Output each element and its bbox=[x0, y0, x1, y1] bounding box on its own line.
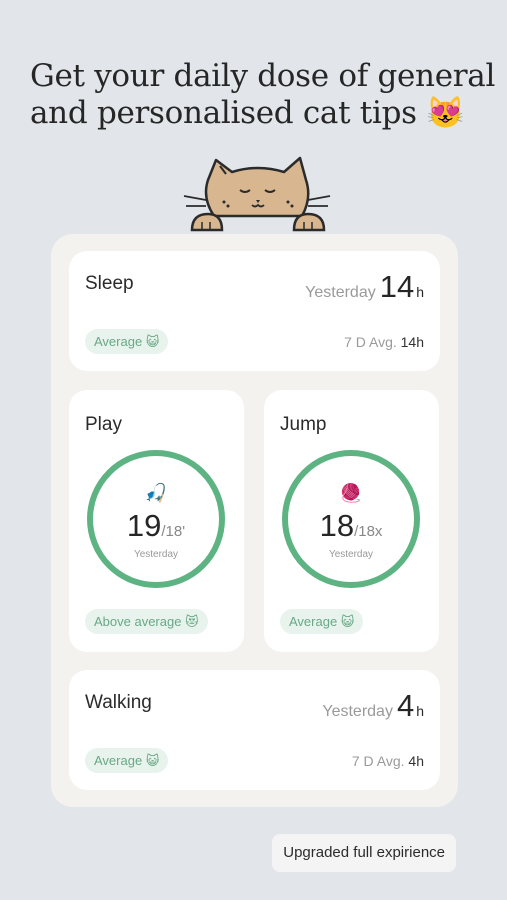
headline-line-2: and personalised cat tips 😻 bbox=[30, 95, 465, 131]
sleep-title: Sleep bbox=[85, 273, 134, 294]
sleep-value: 14 bbox=[379, 269, 415, 304]
play-count: 19/18' bbox=[93, 508, 219, 544]
walking-card[interactable]: Walking Yesterday 4 h Average 😺 7 D Avg. 4… bbox=[69, 670, 440, 790]
jump-card[interactable]: Jump 🧶 18/18x Yesterday Average 😺 bbox=[264, 390, 439, 652]
play-status-badge: Above average 😻 bbox=[85, 609, 208, 634]
walking-value: 4 bbox=[396, 688, 415, 723]
upgrade-button[interactable]: Upgraded full expirience bbox=[272, 834, 456, 872]
play-period: Yesterday bbox=[133, 549, 179, 560]
fishing-rod-icon: 🎣 bbox=[144, 483, 168, 503]
play-card[interactable]: Play 🎣 19/18' Yesterday Above average 😻 bbox=[69, 390, 244, 652]
sleep-week-average: 7 D Avg. 14h bbox=[344, 334, 424, 350]
sleep-yesterday: Yesterday 14 h bbox=[305, 269, 424, 305]
walking-avg-label: 7 D Avg. bbox=[351, 753, 405, 769]
page-headline: Get your daily dose of general and perso… bbox=[30, 58, 496, 132]
jump-value: 18 bbox=[319, 508, 355, 543]
sleep-period: Yesterday bbox=[305, 284, 376, 301]
jump-count: 18/18x bbox=[288, 508, 414, 544]
sleep-avg-value: 14h bbox=[400, 334, 424, 350]
play-title: Play bbox=[85, 414, 122, 435]
cat-mascot-icon bbox=[183, 156, 331, 232]
walking-title: Walking bbox=[85, 692, 152, 713]
jump-progress-ring: 🧶 18/18x Yesterday bbox=[282, 450, 420, 588]
play-progress-ring: 🎣 19/18' Yesterday bbox=[87, 450, 225, 588]
jump-title: Jump bbox=[280, 414, 327, 435]
sleep-avg-label: 7 D Avg. bbox=[344, 334, 397, 350]
sleep-card[interactable]: Sleep Yesterday 14 h Average 😺 7 D Avg. 14… bbox=[69, 251, 440, 371]
yarn-ball-icon: 🧶 bbox=[339, 483, 363, 503]
walking-avg-value: 4h bbox=[408, 753, 424, 769]
jump-period: Yesterday bbox=[328, 549, 374, 560]
walking-yesterday: Yesterday 4 h bbox=[322, 688, 424, 724]
sleep-status-badge: Average 😺 bbox=[85, 329, 169, 354]
walking-unit: h bbox=[416, 703, 424, 719]
walking-period: Yesterday bbox=[322, 703, 393, 720]
play-value: 19 bbox=[126, 508, 162, 543]
jump-status-badge: Average 😺 bbox=[280, 609, 364, 634]
jump-target: /18x bbox=[354, 523, 383, 540]
headline-line-1: Get your daily dose of general bbox=[30, 58, 496, 94]
play-target: /18' bbox=[161, 523, 186, 540]
sleep-unit: h bbox=[416, 284, 424, 300]
walking-status-badge: Average 😺 bbox=[85, 748, 169, 773]
stats-panel: Sleep Yesterday 14 h Average 😺 7 D Avg. 14… bbox=[51, 234, 458, 807]
walking-week-average: 7 D Avg. 4h bbox=[352, 753, 424, 769]
